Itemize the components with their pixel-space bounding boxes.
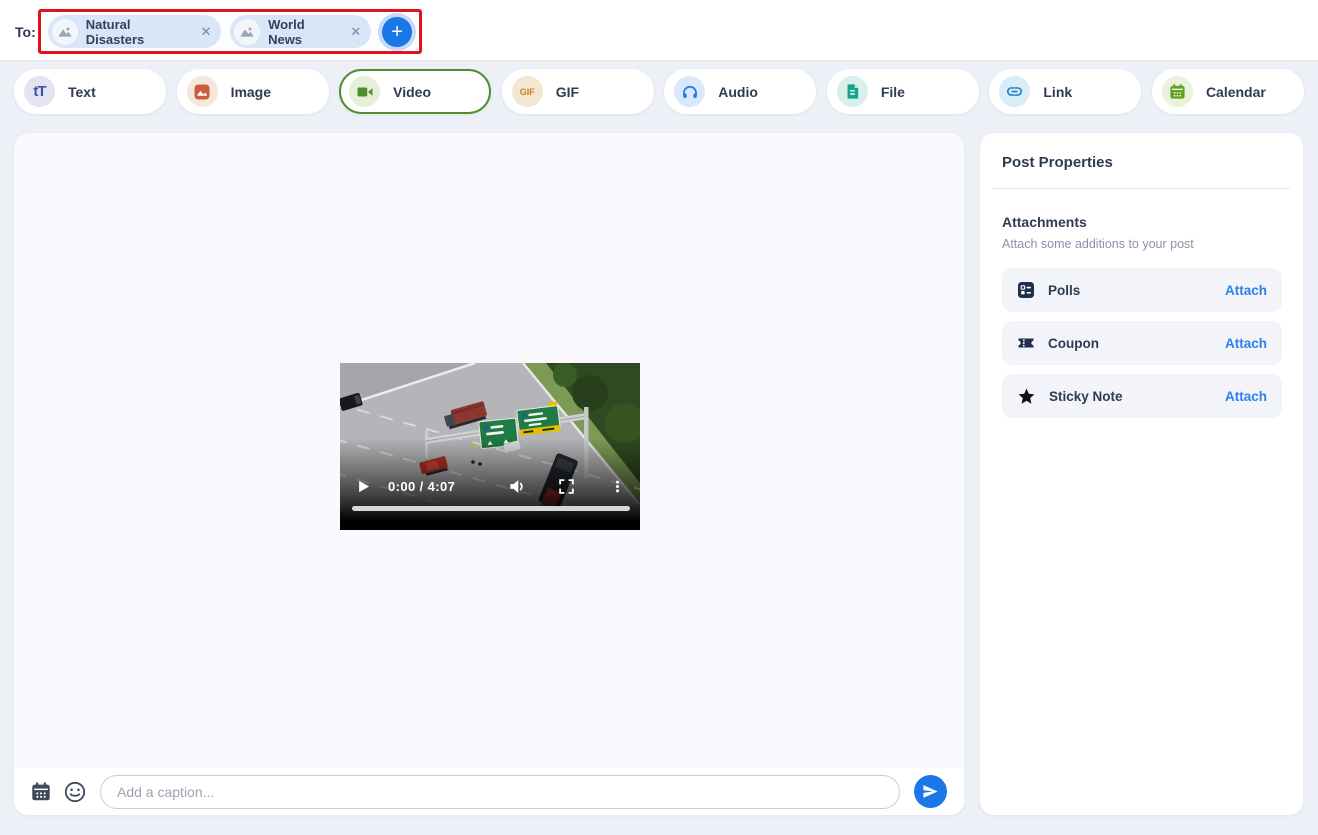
text-icon: tT [24,76,55,107]
attachment-row-sticky-note: Sticky Note Attach [1002,374,1282,418]
tab-text[interactable]: tT Text [14,69,166,114]
remove-recipient-icon[interactable]: ✕ [350,24,361,40]
channel-avatar [52,19,78,45]
video-thumbnail [340,363,640,530]
attachment-label: Sticky Note [1049,389,1123,404]
attachment-row-coupon: Coupon Attach [1002,321,1282,365]
post-properties-panel: Post Properties Attachments Attach some … [980,133,1303,815]
recipient-chip-world-news[interactable]: World News ✕ [230,15,371,48]
divider [993,188,1290,189]
attachments-subtitle: Attach some additions to your post [1002,237,1281,251]
file-icon [837,76,868,107]
recipients-bar: To: Natural Disasters ✕ World News ✕ [0,0,1318,61]
tab-file[interactable]: File [827,69,979,114]
tab-image[interactable]: Image [177,69,329,114]
recipient-name: Natural Disasters [86,17,192,47]
channel-avatar [234,19,260,45]
gif-icon: GIF [512,76,543,107]
coupon-icon [1017,334,1035,352]
panel-title: Post Properties [1002,154,1281,171]
caption-input[interactable] [100,775,900,809]
video-player[interactable]: 0:00 / 4:07 [340,363,640,530]
recipient-name: World News [268,17,341,47]
attach-polls-link[interactable]: Attach [1225,283,1267,298]
image-icon [187,76,218,107]
video-icon [349,76,380,107]
caption-bar [14,768,964,815]
calendar-icon [1162,76,1193,107]
remove-recipient-icon[interactable]: ✕ [200,24,211,40]
send-button[interactable] [914,775,947,808]
recipients-highlight-box: Natural Disasters ✕ World News ✕ + [38,9,422,54]
recipient-chip-natural-disasters[interactable]: Natural Disasters ✕ [48,15,221,48]
attachment-label: Polls [1048,283,1080,298]
tab-audio[interactable]: Audio [664,69,816,114]
attachment-label: Coupon [1048,336,1099,351]
tab-gif[interactable]: GIF GIF [502,69,654,114]
send-icon [922,783,939,800]
audio-icon [674,76,705,107]
add-recipient-button[interactable]: + [382,17,412,47]
attachment-row-polls: Polls Attach [1002,268,1282,312]
attachment-type-tabs: tT Text Image Video GIF GIF [14,69,1304,114]
fullscreen-icon[interactable] [558,473,575,499]
tab-calendar[interactable]: Calendar [1152,69,1304,114]
star-icon [1017,387,1036,406]
attach-sticky-note-link[interactable]: Attach [1225,389,1267,404]
play-button[interactable] [356,473,371,499]
to-label: To: [15,24,36,40]
emoji-icon[interactable] [63,780,87,804]
volume-icon[interactable] [508,473,527,499]
attach-coupon-link[interactable]: Attach [1225,336,1267,351]
video-progress-bar[interactable] [352,506,630,511]
tab-link[interactable]: Link [989,69,1141,114]
video-time: 0:00 / 4:07 [388,473,455,499]
image-placeholder-icon [57,24,73,40]
image-placeholder-icon [239,24,255,40]
plus-icon: + [391,22,403,42]
link-icon [999,76,1030,107]
attachments-heading: Attachments [1002,214,1281,230]
video-more-options-icon[interactable] [610,473,625,499]
schedule-calendar-icon[interactable] [30,781,52,803]
tab-video[interactable]: Video [339,69,491,114]
polls-icon [1017,281,1035,299]
